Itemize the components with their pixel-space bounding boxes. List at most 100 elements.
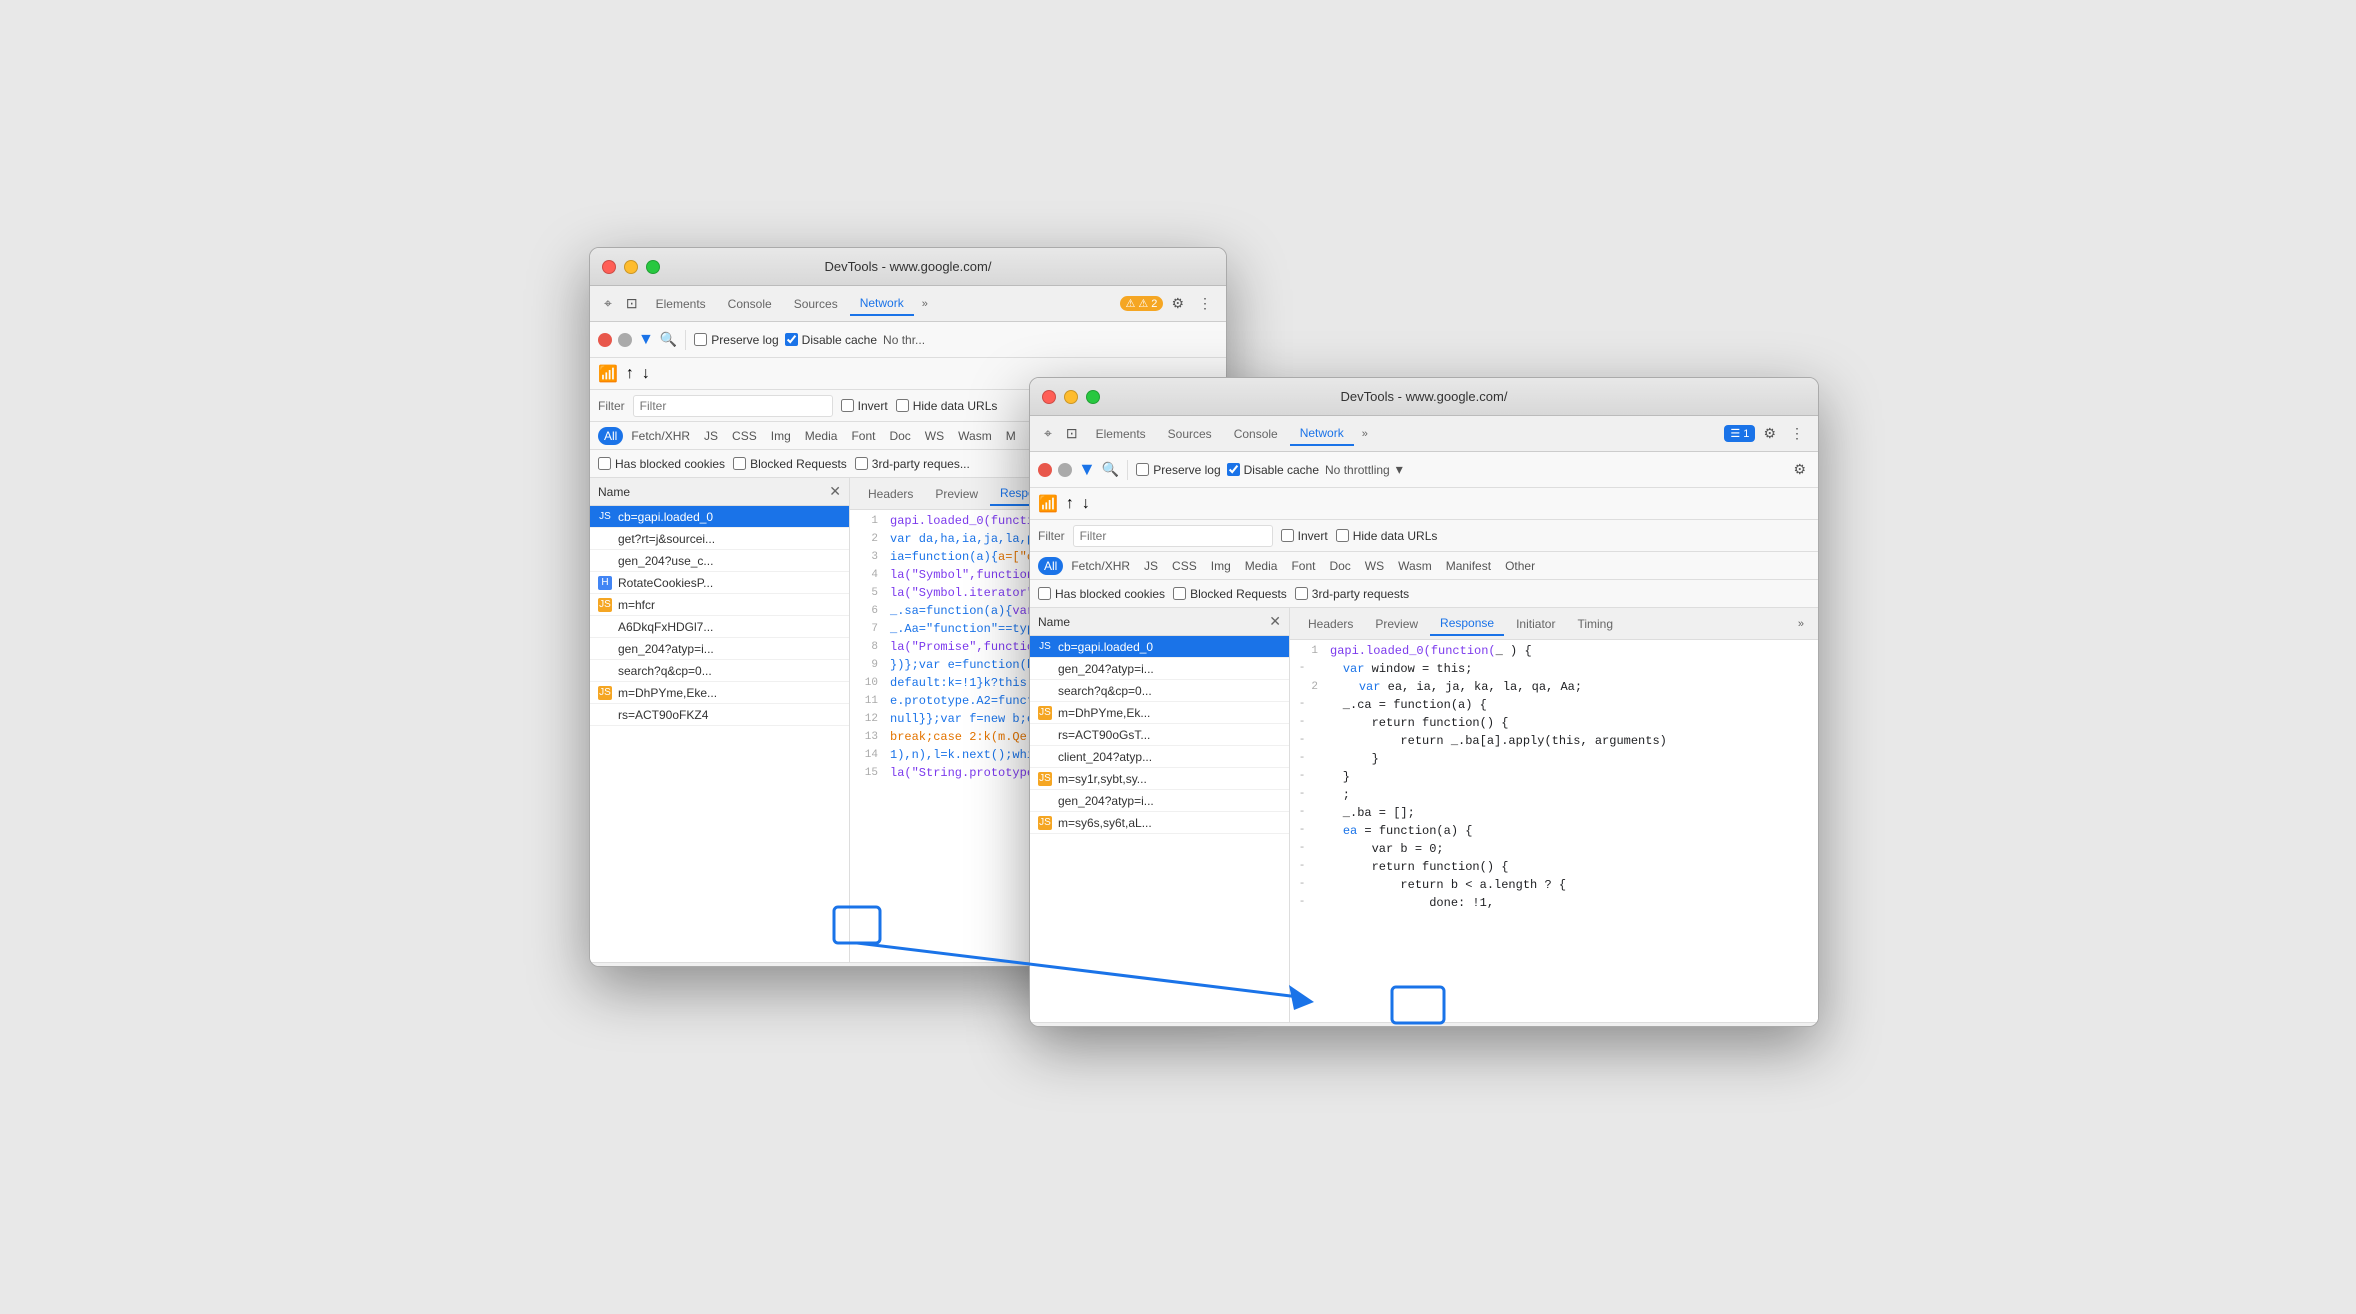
list-item[interactable]: JS m=DhPYme,Eke...: [590, 682, 849, 704]
stop-button-1[interactable]: [618, 333, 632, 347]
type-wasm-1[interactable]: Wasm: [952, 427, 998, 445]
record-button-2[interactable]: [1038, 463, 1052, 477]
list-item[interactable]: JS m=sy1r,sybt,sy...: [1030, 768, 1289, 790]
tab-timing-2[interactable]: Timing: [1567, 613, 1623, 635]
pretty-print-btn-2[interactable]: { }: [1774, 1027, 1806, 1028]
wifi-icon-1[interactable]: 📶: [598, 364, 618, 384]
list-item[interactable]: JS m=hfcr: [590, 594, 849, 616]
download-icon-2[interactable]: ↓: [1082, 495, 1090, 513]
tab-preview-2[interactable]: Preview: [1365, 613, 1428, 635]
close-panel-btn-2[interactable]: ✕: [1269, 613, 1281, 630]
tab-network-2[interactable]: Network: [1290, 422, 1354, 446]
blocked-requests-1[interactable]: Blocked Requests: [733, 457, 847, 471]
tab-response-2[interactable]: Response: [1430, 612, 1504, 636]
cursor-icon[interactable]: ⌖: [598, 291, 618, 316]
disable-cache-check-2[interactable]: Disable cache: [1227, 463, 1319, 477]
list-item[interactable]: get?rt=j&sourcei...: [590, 528, 849, 550]
cursor-icon-2[interactable]: ⌖: [1038, 421, 1058, 446]
list-item[interactable]: H RotateCookiesP...: [590, 572, 849, 594]
filter-input-2[interactable]: [1073, 525, 1273, 547]
preserve-log-check-1[interactable]: Preserve log: [694, 333, 778, 347]
type-doc-1[interactable]: Doc: [883, 427, 916, 445]
tab-network-1[interactable]: Network: [850, 292, 914, 316]
type-js-2[interactable]: JS: [1138, 557, 1164, 575]
tabs-more-1[interactable]: »: [916, 294, 934, 314]
tab-initiator-2[interactable]: Initiator: [1506, 613, 1565, 635]
layers-icon-2[interactable]: ⊡: [1060, 421, 1084, 446]
tab-sources-2[interactable]: Sources: [1158, 423, 1222, 445]
type-css-2[interactable]: CSS: [1166, 557, 1203, 575]
list-item[interactable]: gen_204?atyp=i...: [590, 638, 849, 660]
hide-data-urls-check-1[interactable]: Hide data URLs: [896, 399, 998, 413]
wifi-icon-2[interactable]: 📶: [1038, 494, 1058, 514]
hide-data-urls-check-2[interactable]: Hide data URLs: [1336, 529, 1438, 543]
type-ws-1[interactable]: WS: [919, 427, 950, 445]
type-media-1[interactable]: Media: [799, 427, 844, 445]
type-font-1[interactable]: Font: [845, 427, 881, 445]
record-button-1[interactable]: [598, 333, 612, 347]
third-party-2[interactable]: 3rd-party requests: [1295, 587, 1409, 601]
maximize-button-1[interactable]: [646, 260, 660, 274]
request-item-selected-2[interactable]: JS cb=gapi.loaded_0: [1030, 636, 1289, 658]
settings-icon-1[interactable]: ⚙: [1165, 291, 1190, 316]
disable-cache-check-1[interactable]: Disable cache: [785, 333, 877, 347]
tab-console-2[interactable]: Console: [1224, 423, 1288, 445]
tab-sources-1[interactable]: Sources: [784, 293, 848, 315]
layers-icon[interactable]: ⊡: [620, 291, 644, 316]
type-all-2[interactable]: All: [1038, 557, 1063, 575]
close-button-2[interactable]: [1042, 390, 1056, 404]
detail-tabs-more-2[interactable]: »: [1792, 614, 1810, 634]
request-item-selected-1[interactable]: JS cb=gapi.loaded_0: [590, 506, 849, 528]
type-all-1[interactable]: All: [598, 427, 623, 445]
type-fetch-2[interactable]: Fetch/XHR: [1065, 557, 1136, 575]
search-icon-2[interactable]: 🔍: [1102, 461, 1119, 478]
list-item[interactable]: search?q&cp=0...: [590, 660, 849, 682]
tab-headers-1[interactable]: Headers: [858, 483, 923, 505]
chat-badge-2[interactable]: ☰ 1: [1724, 425, 1755, 442]
tab-preview-1[interactable]: Preview: [925, 483, 988, 505]
type-css-1[interactable]: CSS: [726, 427, 763, 445]
close-panel-btn-1[interactable]: ✕: [829, 483, 841, 500]
type-doc-2[interactable]: Doc: [1323, 557, 1356, 575]
tab-console-1[interactable]: Console: [718, 293, 782, 315]
blocked-requests-2[interactable]: Blocked Requests: [1173, 587, 1287, 601]
list-item[interactable]: rs=ACT90oFKZ4: [590, 704, 849, 726]
type-m-1[interactable]: M: [1000, 427, 1022, 445]
list-item[interactable]: JS m=sy6s,sy6t,aL...: [1030, 812, 1289, 834]
tabs-more-2[interactable]: »: [1356, 424, 1374, 444]
type-other-2[interactable]: Other: [1499, 557, 1541, 575]
third-party-1[interactable]: 3rd-party reques...: [855, 457, 970, 471]
type-wasm-2[interactable]: Wasm: [1392, 557, 1438, 575]
list-item[interactable]: A6DkqFxHDGl7...: [590, 616, 849, 638]
stop-button-2[interactable]: [1058, 463, 1072, 477]
type-js-1[interactable]: JS: [698, 427, 724, 445]
preserve-log-check-2[interactable]: Preserve log: [1136, 463, 1220, 477]
type-manifest-2[interactable]: Manifest: [1440, 557, 1497, 575]
search-icon-1[interactable]: 🔍: [660, 331, 677, 348]
tab-elements-1[interactable]: Elements: [646, 293, 716, 315]
minimize-button-1[interactable]: [624, 260, 638, 274]
filter-input-1[interactable]: [633, 395, 833, 417]
type-fetch-1[interactable]: Fetch/XHR: [625, 427, 696, 445]
has-blocked-cookies-2[interactable]: Has blocked cookies: [1038, 587, 1165, 601]
list-item[interactable]: search?q&cp=0...: [1030, 680, 1289, 702]
invert-check-2[interactable]: Invert: [1281, 529, 1328, 543]
close-button-1[interactable]: [602, 260, 616, 274]
upload-icon-1[interactable]: ↑: [626, 365, 634, 383]
filter-icon-2[interactable]: ▼: [1078, 459, 1096, 480]
filter-icon-1[interactable]: ▼: [638, 331, 654, 349]
minimize-button-2[interactable]: [1064, 390, 1078, 404]
upload-icon-2[interactable]: ↑: [1066, 495, 1074, 513]
maximize-button-2[interactable]: [1086, 390, 1100, 404]
tab-elements-2[interactable]: Elements: [1086, 423, 1156, 445]
type-img-2[interactable]: Img: [1205, 557, 1237, 575]
download-icon-1[interactable]: ↓: [642, 365, 650, 383]
throttle-dropdown-icon[interactable]: ▾: [1396, 461, 1403, 478]
invert-check-1[interactable]: Invert: [841, 399, 888, 413]
network-settings-icon[interactable]: ⚙: [1789, 459, 1810, 480]
list-item[interactable]: JS m=DhPYme,Ek...: [1030, 702, 1289, 724]
list-item[interactable]: gen_204?use_c...: [590, 550, 849, 572]
more-options-icon-2[interactable]: ⋮: [1784, 421, 1810, 446]
list-item[interactable]: rs=ACT90oGsT...: [1030, 724, 1289, 746]
settings-icon-2[interactable]: ⚙: [1757, 421, 1782, 446]
